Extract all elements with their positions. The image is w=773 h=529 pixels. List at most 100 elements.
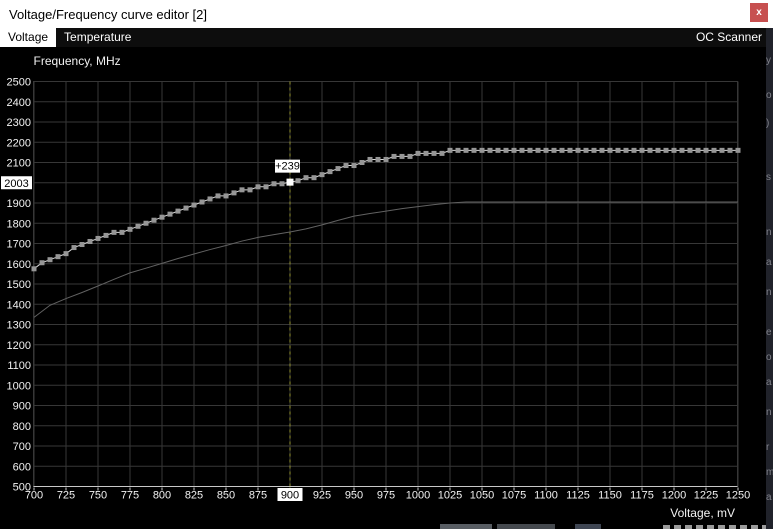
vf-point[interactable]	[343, 163, 349, 169]
vf-point[interactable]	[135, 223, 141, 229]
vf-point[interactable]	[279, 181, 285, 187]
vf-point[interactable]	[303, 175, 309, 181]
vf-point[interactable]	[71, 245, 77, 251]
vf-point[interactable]	[87, 238, 93, 244]
vf-point[interactable]	[47, 257, 53, 263]
vf-point[interactable]	[271, 181, 277, 187]
vf-point[interactable]	[695, 147, 701, 153]
vf-point[interactable]	[639, 147, 645, 153]
vf-point[interactable]	[439, 150, 445, 156]
vf-point[interactable]	[687, 147, 693, 153]
vf-point[interactable]	[727, 147, 733, 153]
vf-point[interactable]	[263, 184, 269, 190]
close-button[interactable]: x	[750, 3, 768, 22]
vf-point[interactable]	[103, 232, 109, 238]
vf-point[interactable]	[215, 193, 221, 199]
vf-point[interactable]	[567, 147, 573, 153]
vf-point[interactable]	[599, 147, 605, 153]
vf-point[interactable]	[487, 147, 493, 153]
x-tick-label: 1225	[694, 490, 718, 502]
vf-point[interactable]	[383, 156, 389, 162]
vf-point[interactable]	[399, 153, 405, 159]
vf-chart[interactable]: Frequency, MHz Voltage, mV 2500 2400 2300 220…	[0, 0, 773, 529]
vf-point[interactable]	[223, 193, 229, 199]
vf-point[interactable]	[575, 147, 581, 153]
vf-point[interactable]	[447, 147, 453, 153]
vf-point[interactable]	[127, 226, 133, 232]
vf-point[interactable]	[391, 153, 397, 159]
vf-point[interactable]	[31, 266, 37, 272]
x-tick-label: 950	[345, 490, 363, 502]
vf-point[interactable]	[183, 205, 189, 211]
vf-point[interactable]	[231, 190, 237, 196]
vf-point[interactable]	[719, 147, 725, 153]
vf-point[interactable]	[543, 147, 549, 153]
vf-point[interactable]	[431, 150, 437, 156]
vf-point[interactable]	[631, 147, 637, 153]
vf-point[interactable]	[191, 202, 197, 208]
vf-point[interactable]	[119, 229, 125, 235]
vf-point[interactable]	[495, 147, 501, 153]
vf-point[interactable]	[591, 147, 597, 153]
vf-point[interactable]	[247, 187, 253, 193]
vf-point[interactable]	[367, 156, 373, 162]
vf-point[interactable]	[199, 199, 205, 205]
vf-point[interactable]	[311, 175, 317, 181]
vf-point[interactable]	[647, 147, 653, 153]
vf-point[interactable]	[359, 160, 365, 165]
vf-point-selected[interactable]	[286, 178, 294, 186]
vf-point[interactable]	[143, 220, 149, 226]
vf-point[interactable]	[351, 163, 357, 169]
vf-point[interactable]	[415, 150, 421, 156]
y-tick-label: 1000	[7, 380, 31, 392]
vf-point[interactable]	[551, 147, 557, 153]
vf-point[interactable]	[735, 147, 741, 153]
vf-point[interactable]	[327, 169, 333, 175]
vf-point[interactable]	[535, 147, 541, 153]
tab-temperature[interactable]: Temperature	[56, 28, 139, 47]
vf-point[interactable]	[407, 153, 413, 159]
vf-point[interactable]	[239, 187, 245, 193]
background-window-dash	[696, 525, 703, 529]
vf-point[interactable]	[335, 166, 341, 172]
vf-point[interactable]	[471, 147, 477, 153]
vf-point[interactable]	[95, 235, 101, 241]
vf-point[interactable]	[375, 156, 381, 162]
vf-point[interactable]	[479, 147, 485, 153]
vf-point[interactable]	[527, 147, 533, 153]
vf-point[interactable]	[167, 211, 173, 217]
vf-point[interactable]	[151, 217, 157, 223]
vf-point[interactable]	[319, 172, 325, 178]
vf-point[interactable]	[511, 147, 517, 153]
vf-point[interactable]	[655, 147, 661, 153]
vf-point[interactable]	[295, 178, 301, 184]
vf-point[interactable]	[455, 147, 461, 153]
window-titlebar[interactable]: Voltage/Frequency curve editor [2] x	[0, 0, 773, 28]
vf-point[interactable]	[159, 214, 165, 220]
vf-point[interactable]	[423, 150, 429, 156]
vf-point[interactable]	[623, 147, 629, 153]
background-window-fragment: o	[766, 90, 772, 101]
vf-point[interactable]	[583, 147, 589, 153]
vf-point[interactable]	[663, 147, 669, 153]
vf-point[interactable]	[671, 147, 677, 153]
vf-point[interactable]	[255, 184, 261, 190]
vf-point[interactable]	[607, 147, 613, 153]
vf-point[interactable]	[79, 242, 85, 248]
vf-point[interactable]	[711, 147, 717, 153]
vf-point[interactable]	[39, 260, 45, 266]
vf-point[interactable]	[111, 229, 117, 235]
vf-point[interactable]	[63, 251, 69, 257]
vf-point[interactable]	[519, 147, 525, 153]
vf-point[interactable]	[55, 254, 61, 260]
vf-point[interactable]	[207, 196, 213, 202]
vf-point[interactable]	[175, 208, 181, 214]
tab-voltage[interactable]: Voltage	[0, 28, 57, 47]
vf-point[interactable]	[615, 147, 621, 153]
vf-point[interactable]	[463, 147, 469, 153]
vf-point[interactable]	[559, 147, 565, 153]
vf-point[interactable]	[703, 147, 709, 153]
oc-scanner-button[interactable]: OC Scanner	[696, 28, 762, 47]
vf-point[interactable]	[679, 147, 685, 153]
vf-point[interactable]	[503, 147, 509, 153]
